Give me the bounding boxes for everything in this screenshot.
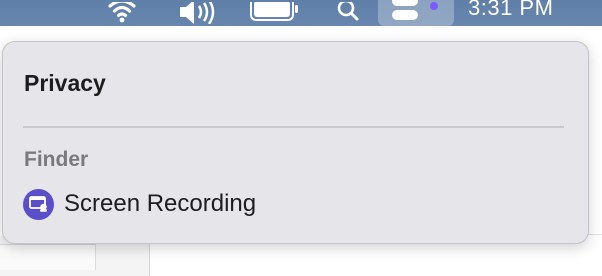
popover-title: Privacy — [24, 70, 106, 96]
search-icon[interactable] — [332, 0, 364, 26]
volume-icon[interactable] — [172, 0, 220, 26]
privacy-indicator-dot — [430, 2, 438, 10]
background-cell — [0, 244, 96, 270]
privacy-popover: Privacy Finder Screen Recording — [2, 41, 589, 244]
menu-bar: 3:31 PM — [0, 0, 602, 26]
list-item-screen-recording[interactable]: Screen Recording — [23, 187, 256, 221]
screen-recording-icon — [23, 188, 54, 220]
menu-bar-clock[interactable]: 3:31 PM — [462, 0, 602, 26]
list-item-label: Screen Recording — [64, 190, 257, 217]
wifi-icon[interactable] — [104, 0, 140, 26]
battery-icon[interactable] — [246, 0, 304, 26]
popover-divider — [23, 126, 564, 128]
control-center-icon[interactable] — [378, 0, 454, 26]
section-header-finder: Finder — [24, 148, 89, 171]
